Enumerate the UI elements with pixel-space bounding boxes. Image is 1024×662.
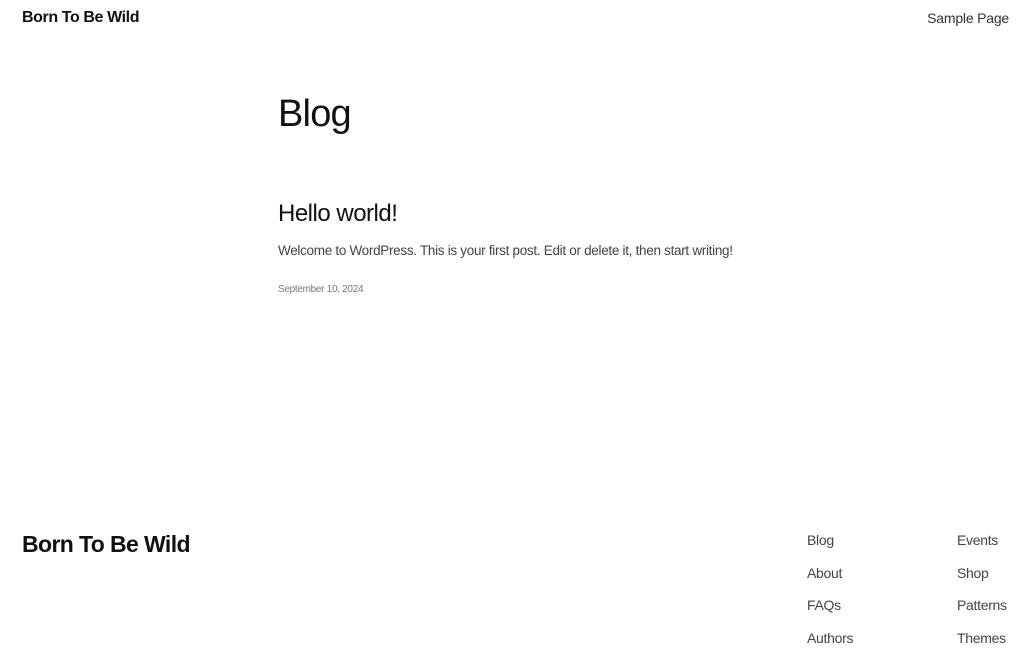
post-date[interactable]: September 10, 2024 <box>278 284 364 295</box>
site-title-link[interactable]: Born To Be Wild <box>22 9 140 27</box>
nav-link-sample-page[interactable]: Sample Page <box>927 10 1009 26</box>
post-excerpt: Welcome to WordPress. This is your first… <box>278 243 733 258</box>
footer-nav-column-2: Events Shop Patterns Themes <box>957 532 1007 662</box>
footer-link-shop[interactable]: Shop <box>957 565 1007 598</box>
footer-link-events[interactable]: Events <box>957 532 1007 565</box>
footer-link-about[interactable]: About <box>807 565 853 598</box>
footer-link-faqs[interactable]: FAQs <box>807 597 853 630</box>
footer-link-authors[interactable]: Authors <box>807 630 853 662</box>
post-title-link[interactable]: Hello world! <box>278 200 398 228</box>
footer-site-title-link[interactable]: Born To Be Wild <box>22 531 191 558</box>
footer-nav-column-1: Blog About FAQs Authors <box>807 532 853 662</box>
page-title: Blog <box>278 93 352 135</box>
site-header: Born To Be Wild Sample Page <box>0 0 1024 40</box>
footer-link-blog[interactable]: Blog <box>807 532 853 565</box>
footer-link-patterns[interactable]: Patterns <box>957 597 1007 630</box>
footer-link-themes[interactable]: Themes <box>957 630 1007 662</box>
